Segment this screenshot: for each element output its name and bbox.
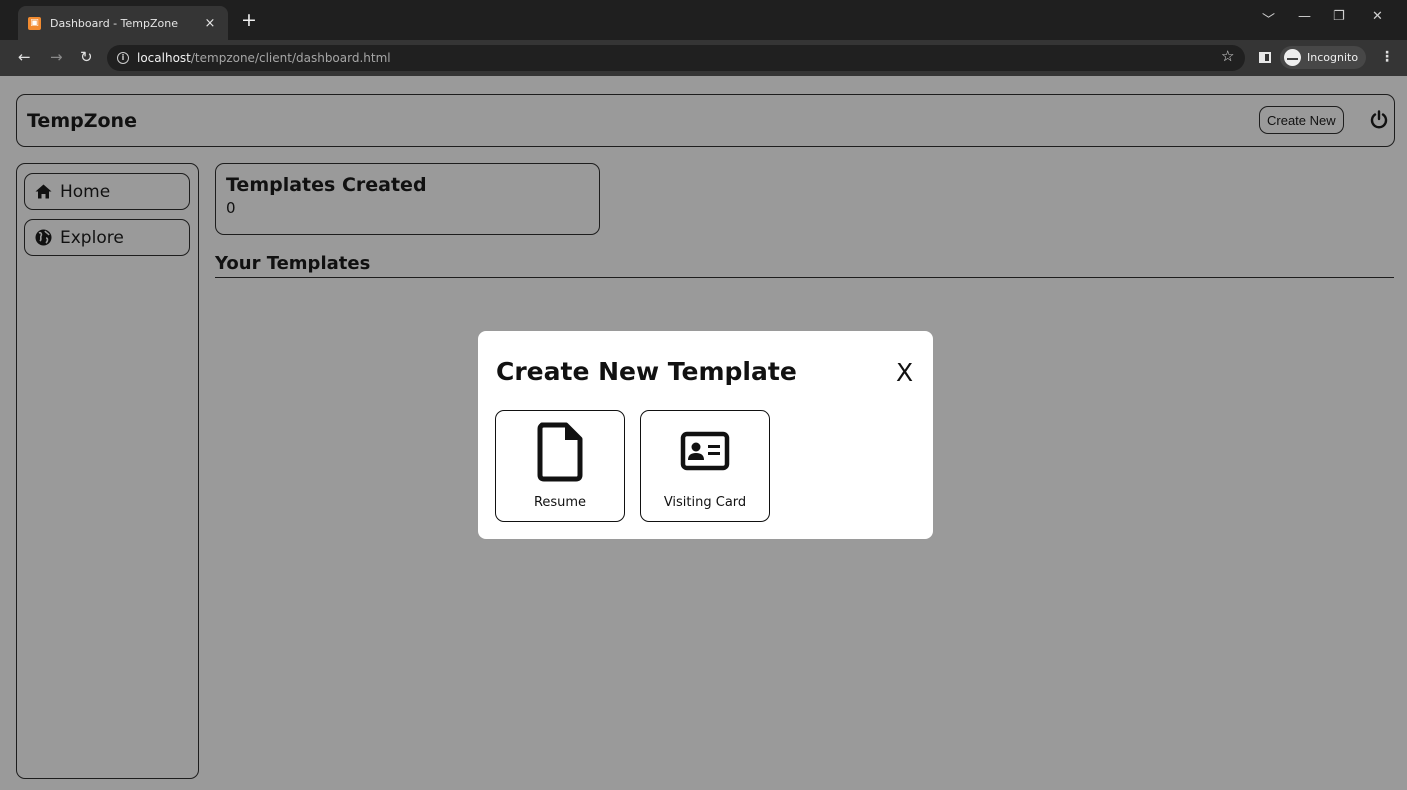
minimize-icon[interactable]: — [1298,9,1311,24]
file-icon [537,422,583,482]
sidebar: Home Explore [16,163,199,779]
create-new-button[interactable]: Create New [1259,106,1344,134]
stat-value: 0 [226,199,236,217]
globe-icon [35,229,52,246]
restore-icon[interactable]: ❐ [1333,9,1345,24]
modal-title: Create New Template [496,357,797,386]
brand-logo-text: TempZone [27,109,137,132]
new-tab-button[interactable]: + [241,9,257,31]
power-icon[interactable] [1369,110,1389,130]
reload-icon[interactable]: ↻ [80,48,93,66]
modal-close-button[interactable]: X [896,358,913,387]
template-option-label: Resume [533,495,587,510]
tab-close-icon[interactable]: × [202,16,218,31]
id-card-icon [680,431,730,471]
tab-title: Dashboard - TempZone [50,16,178,30]
home-icon [35,184,52,199]
template-option-visiting-card[interactable]: Visiting Card [640,410,770,522]
sidebar-item-label: Home [60,181,111,202]
your-templates-heading: Your Templates [215,253,1394,278]
stat-title: Templates Created [226,174,427,196]
incognito-label: Incognito [1307,51,1359,64]
sidebar-item-explore[interactable]: Explore [24,219,190,256]
app-header: TempZone Create New [16,94,1395,147]
template-option-resume[interactable]: Resume [495,410,625,522]
forward-icon[interactable]: → [50,48,63,66]
address-bar[interactable]: i localhost/tempzone/client/dashboard.ht… [107,45,1245,71]
browser-toolbar: ← → ↻ i localhost/tempzone/client/dashbo… [0,40,1407,76]
url-path: /tempzone/client/dashboard.html [190,51,391,65]
sidebar-item-home[interactable]: Home [24,173,190,210]
incognito-badge[interactable]: Incognito [1280,46,1366,69]
side-panel-icon[interactable] [1259,52,1271,63]
site-info-icon[interactable]: i [117,52,129,64]
browser-tab-dashboard[interactable]: ▣ Dashboard - TempZone × [18,6,228,40]
templates-created-card: Templates Created 0 [215,163,600,235]
back-icon[interactable]: ← [18,48,31,66]
url-host: localhost [137,51,191,65]
create-template-modal: Create New Template X Resume Visiting Ca… [478,331,933,539]
browser-tab-bar: ▣ Dashboard - TempZone × + ﹀ — ❐ ✕ [0,0,1407,40]
tempzone-favicon-icon: ▣ [28,16,41,30]
template-option-label: Visiting Card [663,495,747,510]
browser-menu-icon[interactable]: ⋮ [1380,49,1394,65]
sidebar-item-label: Explore [60,227,124,248]
close-window-icon[interactable]: ✕ [1372,9,1383,24]
incognito-icon [1284,49,1301,66]
tab-search-icon[interactable]: ﹀ [1262,9,1275,28]
bookmark-star-icon[interactable]: ☆ [1221,47,1234,65]
